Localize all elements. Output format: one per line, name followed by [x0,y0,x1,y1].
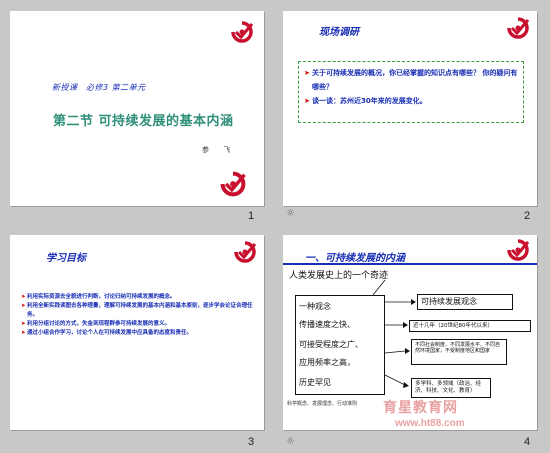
fields-box: 多学科、多领域（政治、经济、科技、文化、教育） [411,378,491,398]
bullet-arrow-icon: ➤ [21,330,26,336]
logo-icon [234,241,257,263]
slide-subtitle: 新授课 必修3 第二单元 [52,83,146,92]
list-item: ➤ 谈一谈：苏州近30年来的发展变化。 [304,94,518,108]
range-box: 不同社会制度、不同发展水平、不同自然环境国家，不受制度地区和国家 [411,339,507,365]
slide-title: 现场调研 [319,27,359,38]
slide-number: 4 [524,436,531,448]
slide-thumbnail-3[interactable]: 学习目标 ➤ 利用实际资源去全貌进行判断，讨论归纳可持续发展的概念。 ➤ 利用全新实… [10,235,264,430]
slide-title: 第二节 可持续发展的基本内涵 [53,114,234,129]
bullet-arrow-icon: ➤ [21,294,26,300]
logo-icon [220,171,246,197]
slide-author: 参 飞 [202,146,237,154]
slide-number: 1 [248,210,255,222]
logo-icon [231,21,254,43]
list-item: ➤ 利用实际资源去全貌进行判断，讨论归纳可持续发展的概念。 [21,294,176,300]
notes-icon[interactable]: ☼ [286,436,295,447]
logo-icon [507,17,530,39]
watermark-text: 育星教育网 [383,400,458,416]
concept-line: 传播速度之快、 [299,320,355,329]
slide-title: 学习目标 [46,253,86,264]
concept-line: 一种观念 [299,302,331,311]
list-item: ➤ 关于可持续发展的概况，你已经掌握的知识点有哪些？ 你的疑问有哪些？ [304,66,518,94]
slide-thumbnail-1[interactable]: 新授课 必修3 第二单元 第二节 可持续发展的基本内涵 参 飞 [10,11,264,206]
time-box: 近十几年（20世纪80年代以来） [409,320,531,332]
slide-number: 2 [524,210,531,222]
bullet-arrow-icon: ➤ [21,303,26,309]
notes-icon[interactable]: ☼ [286,208,295,219]
concept-line: 应用频率之高， [299,358,355,367]
slide-thumbnail-4[interactable]: 一、可持续发展的内涵 人类发展史上的一个奇迹 一种观念 传播速度之快、 可接受程… [283,235,537,430]
watermark-url: www.ht88.com [395,418,465,429]
bullet-arrow-icon: ➤ [21,321,26,327]
slide-number: 3 [248,436,255,448]
concept-line: 历史罕见 [299,378,331,387]
list-item: ➤ 利用分组讨论的方式，失金到现程群参可持续发展的意义。 [21,321,171,327]
slide-thumbnail-2[interactable]: 现场调研 ➤ 关于可持续发展的概况，你已经掌握的知识点有哪些？ 你的疑问有哪些？ … [283,11,537,206]
footnote: 科学概念、发展理念、行动准则 [287,401,358,407]
bullet-box: ➤ 关于可持续发展的概况，你已经掌握的知识点有哪些？ 你的疑问有哪些？ ➤ 谈一谈：… [298,61,524,123]
concept-box: 可持续发展观念 [417,294,513,310]
concept-line: 可接受程度之广、 [299,340,363,349]
list-item: ➤ 通过小组合作学习，讨论个人在可持续发展中应具备的态度和责任。 [21,330,193,336]
bullet-arrow-icon: ➤ [304,69,310,77]
bullet-arrow-icon: ➤ [304,97,310,105]
objectives-list: ➤ 利用实际资源去全貌进行判断，讨论归纳可持续发展的概念。 ➤ 利用全新实践读图去各… [21,293,257,338]
list-item: ➤ 利用全新实践读图去各种理量，理解可持续发展的基本内涵和基本原则，逐步学会论证合… [21,303,253,318]
